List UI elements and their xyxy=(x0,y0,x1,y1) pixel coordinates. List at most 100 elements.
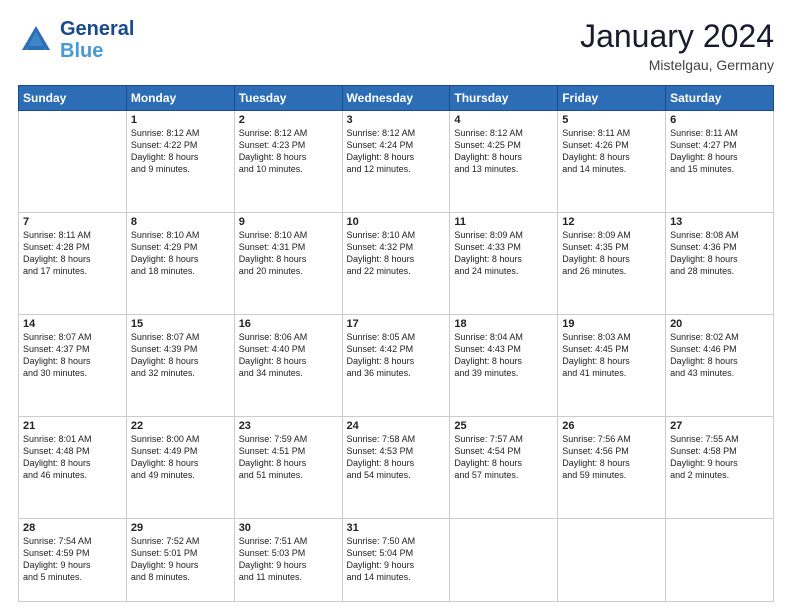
day-info: Sunrise: 7:56 AM Sunset: 4:56 PM Dayligh… xyxy=(562,433,661,482)
logo-line1: General xyxy=(60,18,134,40)
day-header-sunday: Sunday xyxy=(19,86,127,111)
day-info: Sunrise: 7:54 AM Sunset: 4:59 PM Dayligh… xyxy=(23,535,122,584)
day-info: Sunrise: 8:12 AM Sunset: 4:25 PM Dayligh… xyxy=(454,127,553,176)
location: Mistelgau, Germany xyxy=(580,57,774,73)
day-number: 18 xyxy=(454,318,553,330)
day-header-thursday: Thursday xyxy=(450,86,558,111)
day-header-wednesday: Wednesday xyxy=(342,86,450,111)
day-cell: 24Sunrise: 7:58 AM Sunset: 4:53 PM Dayli… xyxy=(342,416,450,518)
day-number: 14 xyxy=(23,318,122,330)
day-cell: 21Sunrise: 8:01 AM Sunset: 4:48 PM Dayli… xyxy=(19,416,127,518)
day-header-tuesday: Tuesday xyxy=(234,86,342,111)
day-cell: 26Sunrise: 7:56 AM Sunset: 4:56 PM Dayli… xyxy=(558,416,666,518)
day-cell xyxy=(558,518,666,601)
day-cell: 4Sunrise: 8:12 AM Sunset: 4:25 PM Daylig… xyxy=(450,111,558,213)
day-cell: 18Sunrise: 8:04 AM Sunset: 4:43 PM Dayli… xyxy=(450,314,558,416)
day-header-friday: Friday xyxy=(558,86,666,111)
day-cell xyxy=(450,518,558,601)
day-number: 13 xyxy=(670,216,769,228)
day-number: 26 xyxy=(562,420,661,432)
day-info: Sunrise: 7:59 AM Sunset: 4:51 PM Dayligh… xyxy=(239,433,338,482)
day-cell: 13Sunrise: 8:08 AM Sunset: 4:36 PM Dayli… xyxy=(666,212,774,314)
day-cell: 19Sunrise: 8:03 AM Sunset: 4:45 PM Dayli… xyxy=(558,314,666,416)
day-info: Sunrise: 7:51 AM Sunset: 5:03 PM Dayligh… xyxy=(239,535,338,584)
day-cell xyxy=(19,111,127,213)
day-number: 25 xyxy=(454,420,553,432)
day-cell: 23Sunrise: 7:59 AM Sunset: 4:51 PM Dayli… xyxy=(234,416,342,518)
day-number: 8 xyxy=(131,216,230,228)
day-info: Sunrise: 8:10 AM Sunset: 4:32 PM Dayligh… xyxy=(347,229,446,278)
day-cell: 11Sunrise: 8:09 AM Sunset: 4:33 PM Dayli… xyxy=(450,212,558,314)
day-info: Sunrise: 8:05 AM Sunset: 4:42 PM Dayligh… xyxy=(347,331,446,380)
day-number: 22 xyxy=(131,420,230,432)
day-cell: 30Sunrise: 7:51 AM Sunset: 5:03 PM Dayli… xyxy=(234,518,342,601)
day-header-saturday: Saturday xyxy=(666,86,774,111)
day-number: 7 xyxy=(23,216,122,228)
day-cell: 9Sunrise: 8:10 AM Sunset: 4:31 PM Daylig… xyxy=(234,212,342,314)
day-number: 24 xyxy=(347,420,446,432)
day-info: Sunrise: 8:08 AM Sunset: 4:36 PM Dayligh… xyxy=(670,229,769,278)
day-info: Sunrise: 7:55 AM Sunset: 4:58 PM Dayligh… xyxy=(670,433,769,482)
day-info: Sunrise: 7:57 AM Sunset: 4:54 PM Dayligh… xyxy=(454,433,553,482)
day-number: 23 xyxy=(239,420,338,432)
day-number: 19 xyxy=(562,318,661,330)
day-number: 29 xyxy=(131,522,230,534)
day-info: Sunrise: 7:50 AM Sunset: 5:04 PM Dayligh… xyxy=(347,535,446,584)
day-number: 6 xyxy=(670,114,769,126)
day-number: 2 xyxy=(239,114,338,126)
day-number: 3 xyxy=(347,114,446,126)
day-number: 31 xyxy=(347,522,446,534)
day-info: Sunrise: 8:11 AM Sunset: 4:28 PM Dayligh… xyxy=(23,229,122,278)
title-block: January 2024 Mistelgau, Germany xyxy=(580,18,774,73)
logo-line2: Blue xyxy=(60,40,134,62)
day-cell: 2Sunrise: 8:12 AM Sunset: 4:23 PM Daylig… xyxy=(234,111,342,213)
header: General Blue January 2024 Mistelgau, Ger… xyxy=(18,18,774,73)
day-cell: 10Sunrise: 8:10 AM Sunset: 4:32 PM Dayli… xyxy=(342,212,450,314)
day-cell: 8Sunrise: 8:10 AM Sunset: 4:29 PM Daylig… xyxy=(126,212,234,314)
day-cell: 22Sunrise: 8:00 AM Sunset: 4:49 PM Dayli… xyxy=(126,416,234,518)
day-cell: 25Sunrise: 7:57 AM Sunset: 4:54 PM Dayli… xyxy=(450,416,558,518)
day-info: Sunrise: 8:03 AM Sunset: 4:45 PM Dayligh… xyxy=(562,331,661,380)
day-info: Sunrise: 8:11 AM Sunset: 4:26 PM Dayligh… xyxy=(562,127,661,176)
day-info: Sunrise: 8:10 AM Sunset: 4:31 PM Dayligh… xyxy=(239,229,338,278)
logo-icon xyxy=(18,22,54,58)
day-number: 15 xyxy=(131,318,230,330)
day-cell: 29Sunrise: 7:52 AM Sunset: 5:01 PM Dayli… xyxy=(126,518,234,601)
calendar-header-row: SundayMondayTuesdayWednesdayThursdayFrid… xyxy=(19,86,774,111)
day-number: 9 xyxy=(239,216,338,228)
day-cell: 12Sunrise: 8:09 AM Sunset: 4:35 PM Dayli… xyxy=(558,212,666,314)
day-header-monday: Monday xyxy=(126,86,234,111)
week-row-2: 7Sunrise: 8:11 AM Sunset: 4:28 PM Daylig… xyxy=(19,212,774,314)
week-row-5: 28Sunrise: 7:54 AM Sunset: 4:59 PM Dayli… xyxy=(19,518,774,601)
page: General Blue January 2024 Mistelgau, Ger… xyxy=(0,0,792,612)
day-info: Sunrise: 8:02 AM Sunset: 4:46 PM Dayligh… xyxy=(670,331,769,380)
day-cell: 15Sunrise: 8:07 AM Sunset: 4:39 PM Dayli… xyxy=(126,314,234,416)
day-number: 27 xyxy=(670,420,769,432)
day-info: Sunrise: 8:06 AM Sunset: 4:40 PM Dayligh… xyxy=(239,331,338,380)
day-number: 12 xyxy=(562,216,661,228)
day-cell: 1Sunrise: 8:12 AM Sunset: 4:22 PM Daylig… xyxy=(126,111,234,213)
week-row-1: 1Sunrise: 8:12 AM Sunset: 4:22 PM Daylig… xyxy=(19,111,774,213)
day-info: Sunrise: 8:01 AM Sunset: 4:48 PM Dayligh… xyxy=(23,433,122,482)
day-cell: 28Sunrise: 7:54 AM Sunset: 4:59 PM Dayli… xyxy=(19,518,127,601)
day-cell: 3Sunrise: 8:12 AM Sunset: 4:24 PM Daylig… xyxy=(342,111,450,213)
day-info: Sunrise: 7:52 AM Sunset: 5:01 PM Dayligh… xyxy=(131,535,230,584)
day-number: 11 xyxy=(454,216,553,228)
day-info: Sunrise: 7:58 AM Sunset: 4:53 PM Dayligh… xyxy=(347,433,446,482)
logo-text: General Blue xyxy=(60,18,134,62)
day-cell: 14Sunrise: 8:07 AM Sunset: 4:37 PM Dayli… xyxy=(19,314,127,416)
day-cell: 7Sunrise: 8:11 AM Sunset: 4:28 PM Daylig… xyxy=(19,212,127,314)
day-number: 4 xyxy=(454,114,553,126)
day-number: 30 xyxy=(239,522,338,534)
day-cell: 6Sunrise: 8:11 AM Sunset: 4:27 PM Daylig… xyxy=(666,111,774,213)
logo: General Blue xyxy=(18,18,134,62)
day-info: Sunrise: 8:04 AM Sunset: 4:43 PM Dayligh… xyxy=(454,331,553,380)
day-info: Sunrise: 8:11 AM Sunset: 4:27 PM Dayligh… xyxy=(670,127,769,176)
day-cell: 16Sunrise: 8:06 AM Sunset: 4:40 PM Dayli… xyxy=(234,314,342,416)
week-row-3: 14Sunrise: 8:07 AM Sunset: 4:37 PM Dayli… xyxy=(19,314,774,416)
day-cell: 20Sunrise: 8:02 AM Sunset: 4:46 PM Dayli… xyxy=(666,314,774,416)
day-info: Sunrise: 8:12 AM Sunset: 4:24 PM Dayligh… xyxy=(347,127,446,176)
day-info: Sunrise: 8:09 AM Sunset: 4:33 PM Dayligh… xyxy=(454,229,553,278)
day-info: Sunrise: 8:09 AM Sunset: 4:35 PM Dayligh… xyxy=(562,229,661,278)
week-row-4: 21Sunrise: 8:01 AM Sunset: 4:48 PM Dayli… xyxy=(19,416,774,518)
